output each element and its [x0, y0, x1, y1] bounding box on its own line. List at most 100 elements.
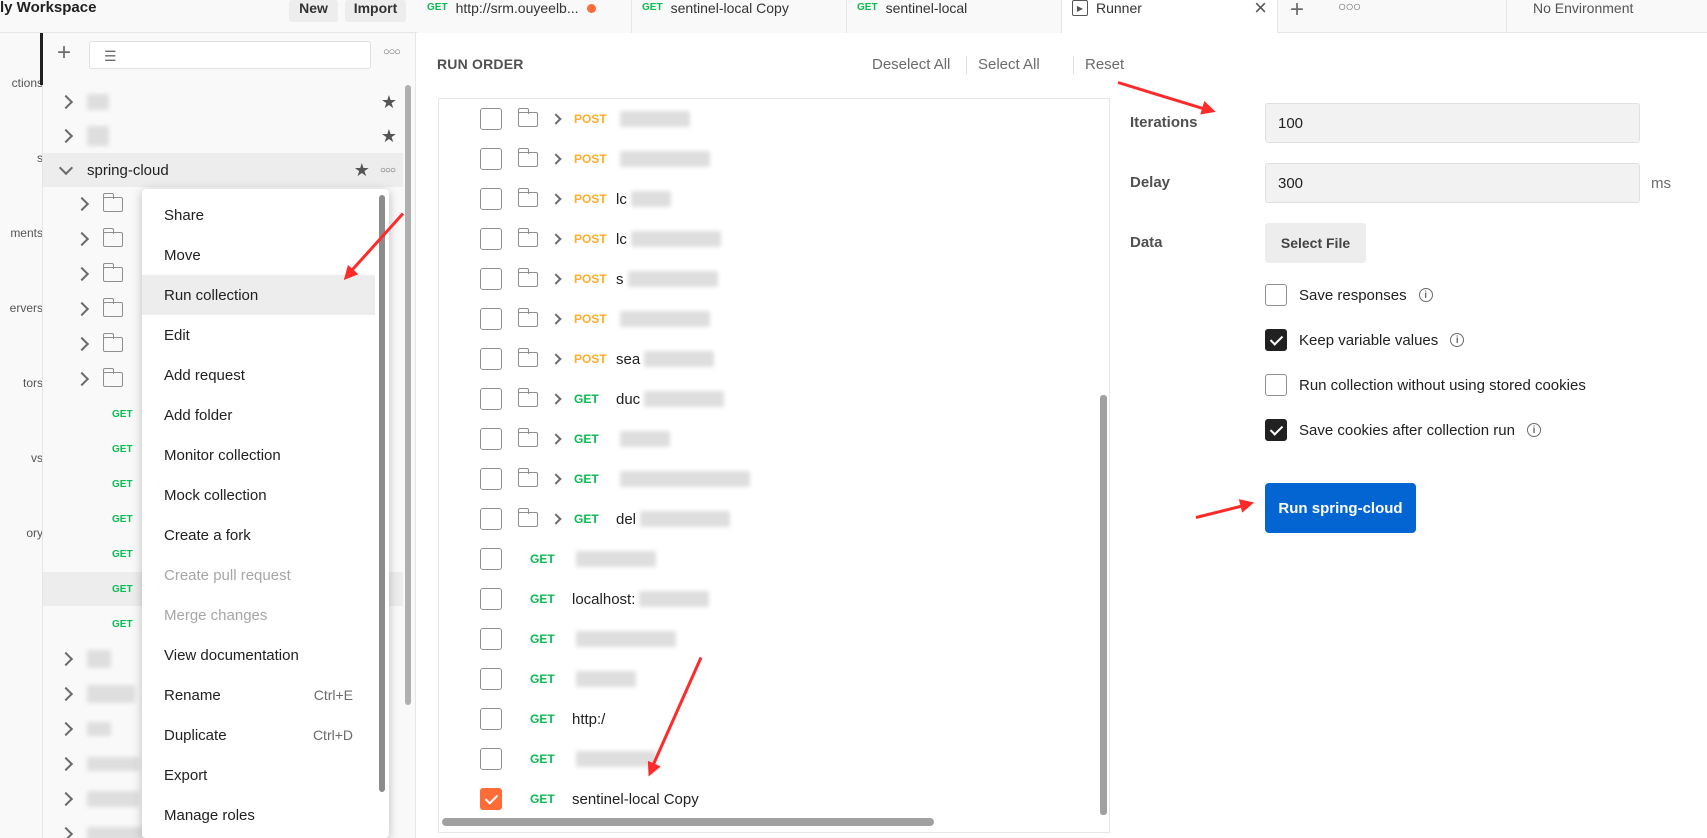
- sidebar-options-icon[interactable]: ○○○: [383, 46, 401, 58]
- run-order-row[interactable]: GET duc: [439, 379, 1099, 419]
- rail-item-monitors[interactable]: tors: [0, 376, 42, 390]
- collection-row-spring-cloud[interactable]: spring-cloud ★ ○○○: [43, 153, 403, 187]
- menu-item-manage-roles[interactable]: Manage roles: [142, 795, 375, 835]
- menu-item-duplicate[interactable]: Duplicate Ctrl+D: [142, 715, 375, 755]
- checkbox[interactable]: [480, 188, 502, 210]
- rail-item-flows[interactable]: vs: [0, 451, 42, 465]
- run-order-row[interactable]: POST s: [439, 259, 1099, 299]
- menu-item-monitor-collection[interactable]: Monitor collection: [142, 435, 375, 475]
- sidebar-scrollbar[interactable]: [405, 85, 411, 705]
- tab-request-2[interactable]: GET sentinel-local Copy: [632, 0, 847, 33]
- menu-item-add-request[interactable]: Add request: [142, 355, 375, 395]
- close-icon[interactable]: ×: [1254, 0, 1267, 19]
- chevron-right-icon[interactable]: [550, 113, 562, 125]
- run-order-row[interactable]: POST lc: [439, 219, 1099, 259]
- workspace-title[interactable]: ly Workspace: [0, 0, 110, 20]
- checkbox[interactable]: [1265, 284, 1287, 306]
- checkbox[interactable]: [480, 748, 502, 770]
- run-order-row[interactable]: POST lc: [439, 179, 1099, 219]
- context-menu-scrollbar[interactable]: [379, 195, 385, 792]
- run-order-row[interactable]: GET: [439, 419, 1099, 459]
- chevron-right-icon[interactable]: [550, 513, 562, 525]
- collection-row[interactable]: ★: [43, 85, 403, 119]
- checkbox[interactable]: [480, 628, 502, 650]
- run-order-row[interactable]: GET: [439, 459, 1099, 499]
- checkbox[interactable]: [480, 228, 502, 250]
- chevron-right-icon[interactable]: [550, 393, 562, 405]
- collection-options-icon[interactable]: ○○○: [380, 165, 396, 176]
- run-collection-button[interactable]: Run spring-cloud: [1265, 483, 1416, 533]
- reset-button[interactable]: Reset: [1085, 56, 1124, 73]
- checkbox[interactable]: [1265, 374, 1287, 396]
- info-icon[interactable]: i: [1450, 333, 1465, 347]
- checkbox[interactable]: [480, 588, 502, 610]
- rail-item-collections[interactable]: ctions: [0, 76, 42, 90]
- star-icon[interactable]: ★: [381, 126, 397, 147]
- run-order-row[interactable]: POST: [439, 99, 1099, 139]
- run-order-row[interactable]: GET del: [439, 499, 1099, 539]
- run-order-row[interactable]: GET sentinel-local Copy: [439, 779, 1099, 819]
- add-collection-icon[interactable]: +: [57, 41, 71, 65]
- menu-item-mock-collection[interactable]: Mock collection: [142, 475, 375, 515]
- menu-item-share[interactable]: Share: [142, 195, 375, 235]
- menu-item-edit[interactable]: Edit: [142, 315, 375, 355]
- menu-item-move[interactable]: Move: [142, 235, 375, 275]
- checkbox[interactable]: [480, 428, 502, 450]
- run-order-row[interactable]: GET: [439, 619, 1099, 659]
- run-order-row[interactable]: GET: [439, 739, 1099, 779]
- new-tab-icon[interactable]: +: [1290, 0, 1304, 24]
- info-icon[interactable]: i: [1526, 423, 1541, 437]
- menu-item-run-collection[interactable]: Run collection: [142, 275, 375, 315]
- checkbox[interactable]: [480, 668, 502, 690]
- star-icon[interactable]: ★: [381, 92, 397, 113]
- option-keep-variable-values[interactable]: Keep variable values i: [1265, 327, 1465, 353]
- run-order-vertical-scrollbar[interactable]: [1100, 395, 1107, 815]
- menu-item-rename[interactable]: Rename Ctrl+E: [142, 675, 375, 715]
- iterations-input[interactable]: 100: [1265, 103, 1640, 143]
- import-button[interactable]: Import: [345, 0, 406, 22]
- chevron-right-icon[interactable]: [550, 313, 562, 325]
- run-order-row[interactable]: GET localhost:: [439, 579, 1099, 619]
- option-save-responses[interactable]: Save responses i: [1265, 282, 1433, 308]
- tab-options-icon[interactable]: ○○○: [1338, 0, 1361, 14]
- option-save-cookies[interactable]: Save cookies after collection run i: [1265, 417, 1541, 443]
- run-order-horizontal-scrollbar[interactable]: [442, 818, 934, 826]
- checkbox[interactable]: [480, 788, 502, 810]
- checkbox[interactable]: [480, 308, 502, 330]
- checkbox[interactable]: [480, 268, 502, 290]
- environment-selector[interactable]: No Environment: [1506, 0, 1707, 33]
- chevron-right-icon[interactable]: [550, 153, 562, 165]
- delay-input[interactable]: 300: [1265, 163, 1640, 203]
- tab-request-3[interactable]: GET sentinel-local: [847, 0, 1062, 33]
- chevron-right-icon[interactable]: [550, 433, 562, 445]
- run-order-row[interactable]: GET http:/: [439, 699, 1099, 739]
- menu-item-create-fork[interactable]: Create a fork: [142, 515, 375, 555]
- chevron-right-icon[interactable]: [550, 273, 562, 285]
- run-order-row[interactable]: POST: [439, 139, 1099, 179]
- checkbox[interactable]: [480, 148, 502, 170]
- menu-item-export[interactable]: Export: [142, 755, 375, 795]
- checkbox[interactable]: [480, 468, 502, 490]
- collection-row[interactable]: ★: [43, 119, 403, 153]
- checkbox[interactable]: [480, 108, 502, 130]
- chevron-right-icon[interactable]: [550, 473, 562, 485]
- chevron-right-icon[interactable]: [550, 193, 562, 205]
- run-order-row[interactable]: POST sea: [439, 339, 1099, 379]
- chevron-right-icon[interactable]: [550, 233, 562, 245]
- run-order-row[interactable]: POST: [439, 299, 1099, 339]
- checkbox[interactable]: [1265, 329, 1287, 351]
- rail-item-mock-servers[interactable]: ervers: [0, 301, 42, 315]
- checkbox[interactable]: [480, 548, 502, 570]
- select-all-button[interactable]: Select All: [978, 56, 1040, 73]
- run-order-row[interactable]: GET: [439, 539, 1099, 579]
- select-file-button[interactable]: Select File: [1265, 223, 1366, 263]
- checkbox[interactable]: [480, 708, 502, 730]
- search-input[interactable]: ☰: [89, 41, 371, 69]
- checkbox[interactable]: [480, 388, 502, 410]
- run-order-row[interactable]: GET: [439, 659, 1099, 699]
- tab-runner[interactable]: ▶ Runner ×: [1062, 0, 1278, 33]
- deselect-all-button[interactable]: Deselect All: [872, 56, 950, 73]
- info-icon[interactable]: i: [1418, 288, 1433, 302]
- checkbox[interactable]: [1265, 419, 1287, 441]
- star-icon[interactable]: ★: [354, 160, 370, 181]
